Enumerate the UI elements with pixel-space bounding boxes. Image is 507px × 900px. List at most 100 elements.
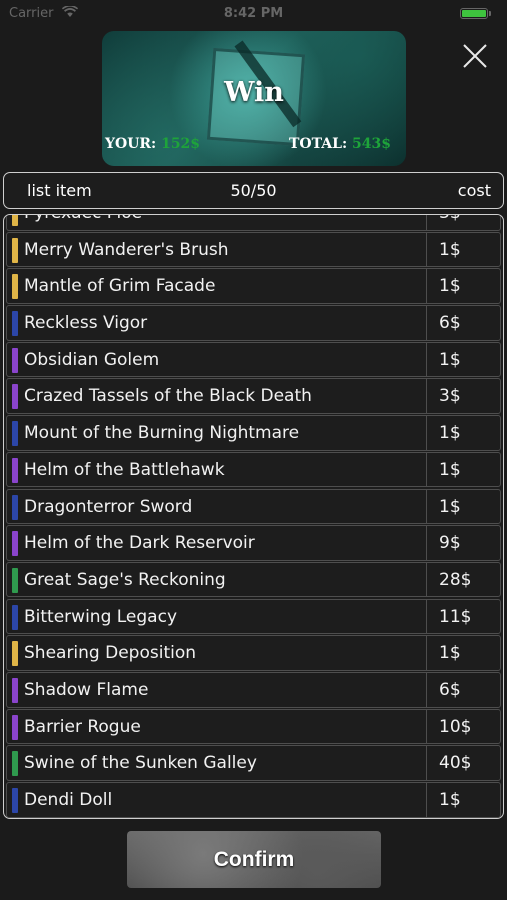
rarity-indicator: [12, 421, 18, 447]
rarity-indicator: [12, 274, 18, 300]
result-title: Win: [224, 77, 284, 108]
list-item[interactable]: Helm of the Dark Reservoir 9$: [6, 525, 501, 561]
item-cost: 1$: [439, 459, 461, 480]
your-value: 152$: [161, 136, 201, 152]
column-divider: [426, 269, 427, 303]
item-name: Mount of the Burning Nightmare: [24, 423, 300, 444]
battery-icon: [460, 8, 488, 19]
column-divider: [426, 746, 427, 780]
your-label: YOUR:: [105, 136, 157, 152]
battery-tip: [489, 11, 491, 16]
list-item[interactable]: Mount of the Burning Nightmare 1$: [6, 415, 501, 451]
item-cost: 6$: [439, 679, 461, 700]
win-banner: Win YOUR: 152$ TOTAL: 543$: [102, 31, 406, 166]
item-name: Dragonterror Sword: [24, 496, 193, 517]
item-name: Mantle of Grim Facade: [24, 276, 216, 297]
rarity-indicator: [12, 751, 18, 777]
item-name: Helm of the Dark Reservoir: [24, 533, 255, 554]
list-item[interactable]: Dendi Doll 1$: [6, 782, 501, 818]
rarity-indicator: [12, 788, 18, 813]
item-name: Swine of the Sunken Galley: [24, 753, 257, 774]
rarity-indicator: [12, 457, 18, 483]
column-divider: [426, 232, 427, 267]
item-cost: 1$: [439, 423, 461, 444]
item-cost: 1$: [439, 239, 461, 260]
header-cost-label: cost: [457, 181, 491, 200]
rarity-indicator: [12, 641, 18, 667]
item-name: Obsidian Golem: [24, 349, 160, 370]
total-value: 543$: [352, 136, 391, 152]
item-cost: 28$: [439, 569, 472, 590]
rarity-indicator: [12, 311, 18, 337]
rarity-indicator: [12, 347, 18, 373]
item-name: Dendi Doll: [24, 790, 113, 810]
rarity-indicator: [12, 604, 18, 630]
rarity-indicator: [12, 714, 18, 740]
column-divider: [426, 599, 427, 634]
rarity-indicator: [12, 677, 18, 703]
rarity-indicator: [12, 494, 18, 520]
clock: 8:42 PM: [223, 6, 284, 21]
list-item[interactable]: Dragonterror Sword 1$: [6, 488, 501, 525]
list-item[interactable]: Obsidian Golem 1$: [6, 341, 501, 378]
column-divider: [426, 416, 427, 450]
list-item[interactable]: Shearing Deposition 1$: [6, 635, 501, 671]
item-cost: 1$: [439, 643, 461, 664]
item-name: Great Sage's Reckoning: [24, 569, 226, 590]
column-divider: [426, 342, 427, 377]
column-divider: [426, 636, 427, 670]
list-header: list item 50/50 cost: [3, 172, 504, 209]
confirm-button[interactable]: Confirm: [127, 831, 381, 888]
item-cost: 1$: [439, 790, 461, 810]
list-item[interactable]: Shadow Flame 6$: [6, 671, 501, 708]
item-name: Bitterwing Legacy: [24, 606, 178, 627]
list-item[interactable]: Barrier Rogue 10$: [6, 708, 501, 745]
item-name: Crazed Tassels of the Black Death: [24, 386, 312, 407]
list-item[interactable]: Merry Wanderer's Brush 1$: [6, 231, 501, 268]
total-label: TOTAL:: [289, 136, 348, 152]
item-cost: 1$: [439, 349, 461, 370]
item-name: Shearing Deposition: [24, 643, 197, 664]
column-divider: [426, 215, 427, 230]
item-cost: 9$: [439, 533, 461, 554]
item-name: Helm of the Battlehawk: [24, 459, 225, 480]
list-item[interactable]: Reckless Vigor 6$: [6, 305, 501, 341]
column-divider: [426, 379, 427, 414]
rarity-indicator: [12, 384, 18, 410]
item-list[interactable]: Pyrexaec Floe3$Merry Wanderer's Brush1$M…: [3, 214, 504, 819]
item-cost: 6$: [439, 313, 461, 334]
item-name: Barrier Rogue: [24, 716, 141, 737]
item-count: 50/50: [230, 181, 277, 200]
column-divider: [426, 526, 427, 560]
rarity-indicator: [12, 215, 18, 226]
list-item[interactable]: Bitterwing Legacy 11$: [6, 598, 501, 635]
item-cost: 1$: [439, 496, 461, 517]
list-item[interactable]: Mantle of Grim Facade 1$: [6, 268, 501, 304]
item-name: Reckless Vigor: [24, 313, 148, 334]
item-cost: 3$: [439, 215, 461, 223]
list-item[interactable]: Great Sage's Reckoning 28$: [6, 561, 501, 598]
column-divider: [426, 709, 427, 744]
list-item[interactable]: Swine of the Sunken Galley 40$: [6, 745, 501, 781]
item-list-rows: Pyrexaec Floe3$Merry Wanderer's Brush1$M…: [4, 215, 503, 818]
list-item[interactable]: Pyrexaec Floe 3$: [6, 215, 501, 231]
close-icon[interactable]: [460, 41, 490, 71]
column-divider: [426, 452, 427, 487]
item-name: Shadow Flame: [24, 679, 149, 700]
status-bar: Carrier 8:42 PM: [0, 0, 507, 28]
list-item[interactable]: Helm of the Battlehawk 1$: [6, 451, 501, 488]
total-winnings: TOTAL: 543$: [289, 136, 391, 152]
your-winnings: YOUR: 152$: [105, 136, 200, 152]
item-cost: 10$: [439, 716, 472, 737]
item-cost: 40$: [439, 753, 472, 774]
item-cost: 1$: [439, 276, 461, 297]
rarity-indicator: [12, 237, 18, 263]
rarity-indicator: [12, 531, 18, 557]
column-divider: [426, 783, 427, 817]
item-cost: 11$: [439, 606, 472, 627]
list-item[interactable]: Crazed Tassels of the Black Death 3$: [6, 378, 501, 415]
column-divider: [426, 489, 427, 524]
rarity-indicator: [12, 567, 18, 593]
item-name: Pyrexaec Floe: [24, 215, 142, 223]
column-divider: [426, 562, 427, 597]
